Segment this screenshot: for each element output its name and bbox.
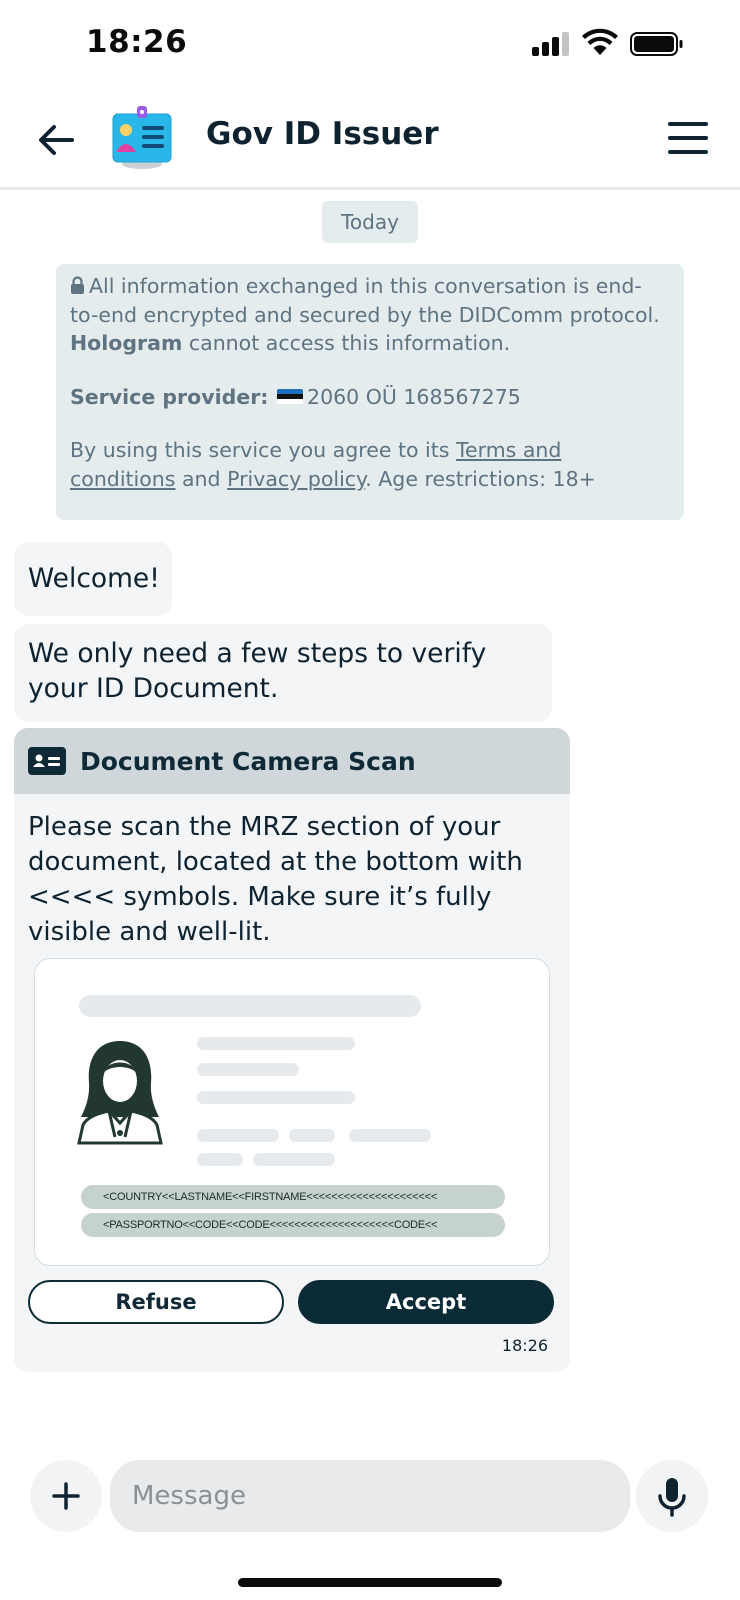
document-scan-card: Document Camera Scan Please scan the MRZ… [14, 728, 570, 1372]
card-header: Document Camera Scan [14, 728, 570, 794]
placeholder-line [197, 1091, 355, 1104]
terms-notice: By using this service you agree to its T… [70, 438, 596, 491]
message-timestamp: 18:26 [501, 1336, 548, 1355]
placeholder-line [349, 1129, 431, 1142]
microphone-icon [658, 1478, 686, 1517]
service-provider: Service provider: 2060 OÜ 168567275 [70, 384, 521, 409]
wifi-icon [582, 28, 618, 55]
hamburger-menu-icon [668, 122, 708, 126]
message-input[interactable] [110, 1460, 630, 1532]
date-separator: Today [322, 201, 418, 243]
back-button[interactable] [28, 112, 84, 168]
person-silhouette-icon [77, 1041, 163, 1145]
placeholder-line [197, 1153, 243, 1166]
menu-button[interactable] [664, 118, 712, 162]
header-title: Gov ID Issuer [206, 116, 439, 152]
arrow-left-icon [39, 125, 74, 155]
app-name: Hologram [70, 331, 183, 355]
placeholder-line [197, 1037, 355, 1050]
placeholder-line [253, 1153, 335, 1166]
status-bar: 18:26 [0, 0, 740, 90]
message-bubble-steps: We only need a few steps to verify your … [14, 624, 552, 722]
encryption-text: All information exchanged in this conver… [70, 274, 660, 355]
placeholder-line [197, 1063, 299, 1076]
refuse-button[interactable]: Refuse [28, 1280, 284, 1324]
mrz-line-1: <COUNTRY<<LASTNAME<<FIRSTNAME<<<<<<<<<<<… [81, 1185, 505, 1209]
privacy-link[interactable]: Privacy policy [227, 467, 365, 491]
lock-icon [71, 276, 84, 294]
placeholder-line [197, 1129, 279, 1142]
card-title: Document Camera Scan [80, 746, 416, 776]
plus-icon [52, 1482, 80, 1510]
mrz-line-2: <PASSPORTNO<<CODE<<CODE<<<<<<<<<<<<<<<<<… [81, 1213, 505, 1237]
placeholder-line [79, 995, 421, 1017]
encryption-notice: All information exchanged in this conver… [56, 264, 684, 520]
battery-icon [630, 32, 683, 56]
estonia-flag-icon [277, 388, 304, 405]
id-document-illustration: <COUNTRY<<LASTNAME<<FIRSTNAME<<<<<<<<<<<… [34, 958, 550, 1266]
id-card-icon [28, 747, 66, 775]
home-indicator [238, 1578, 502, 1587]
card-body-text: Please scan the MRZ section of your docu… [28, 812, 523, 947]
status-time: 18:26 [86, 24, 188, 60]
accept-button[interactable]: Accept [298, 1280, 554, 1324]
cellular-signal-icon [532, 32, 572, 56]
microphone-button[interactable] [636, 1460, 708, 1532]
issuer-avatar [112, 106, 172, 169]
attach-button[interactable] [30, 1460, 102, 1532]
placeholder-line [289, 1129, 335, 1142]
chat-header: Gov ID Issuer [0, 90, 740, 190]
message-bubble-welcome: Welcome! [14, 542, 172, 616]
